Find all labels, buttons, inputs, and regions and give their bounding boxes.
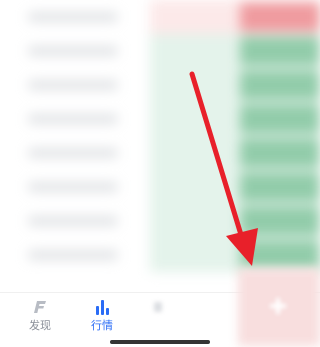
row-price-cell	[150, 34, 240, 68]
list-item[interactable]	[0, 238, 320, 272]
row-name-placeholder	[28, 148, 118, 158]
row-name-placeholder	[28, 12, 118, 22]
row-change-cell	[240, 138, 320, 168]
row-name-placeholder	[28, 182, 118, 192]
home-indicator	[110, 340, 210, 344]
row-change-cell	[240, 2, 320, 32]
row-price-cell	[150, 204, 240, 238]
list-item[interactable]	[0, 34, 320, 68]
row-price-cell	[150, 68, 240, 102]
row-change-cell	[240, 172, 320, 202]
partial-icon	[154, 302, 162, 312]
tab-discover[interactable]: 发现	[10, 297, 70, 341]
discover-icon	[34, 301, 46, 313]
row-name-placeholder	[28, 80, 118, 90]
list-item[interactable]	[0, 204, 320, 238]
row-change-cell	[240, 36, 320, 66]
row-name-placeholder	[28, 250, 118, 260]
tab-discover-label: 发现	[29, 319, 51, 332]
list-item[interactable]	[0, 68, 320, 102]
tab-market[interactable]: 行情	[72, 297, 132, 341]
row-price-cell	[150, 170, 240, 204]
row-change-cell	[240, 206, 320, 236]
row-name-placeholder	[28, 216, 118, 226]
list-item[interactable]	[0, 0, 320, 34]
list-item[interactable]	[0, 136, 320, 170]
row-price-cell	[150, 0, 240, 34]
row-price-cell	[150, 136, 240, 170]
market-chart-icon	[96, 300, 109, 315]
list-item[interactable]	[0, 102, 320, 136]
list-item[interactable]	[0, 170, 320, 204]
plus-icon	[270, 298, 286, 314]
blurred-stock-list	[0, 0, 320, 290]
row-name-placeholder	[28, 46, 118, 56]
row-change-cell	[240, 70, 320, 100]
tab-partial[interactable]	[128, 297, 188, 341]
row-name-placeholder	[28, 114, 118, 124]
tab-market-label: 行情	[91, 319, 113, 332]
row-change-cell	[240, 104, 320, 134]
row-price-cell	[150, 102, 240, 136]
row-price-cell	[150, 238, 240, 272]
row-change-cell	[240, 240, 320, 270]
